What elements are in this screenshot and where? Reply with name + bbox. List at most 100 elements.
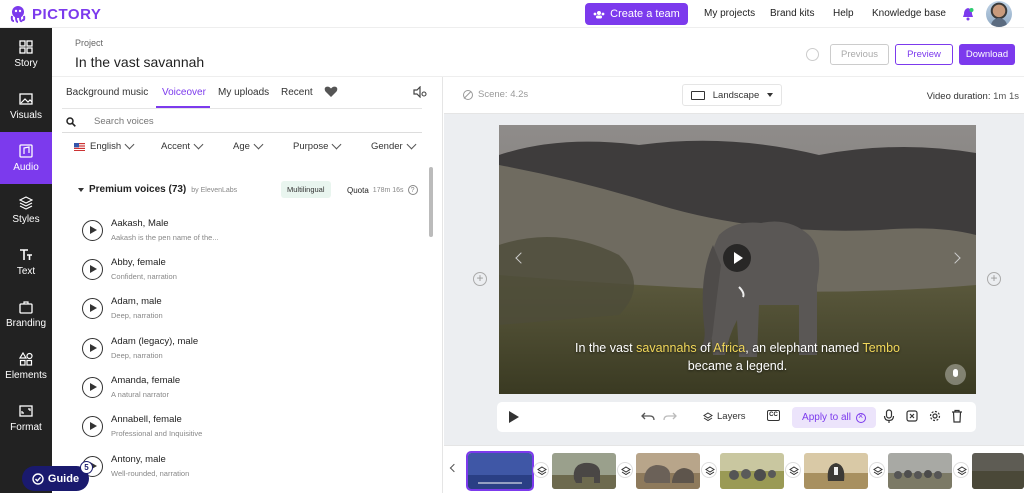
sidebar-label-story: Story bbox=[14, 57, 38, 69]
guide-label: Guide bbox=[47, 472, 80, 485]
sidebar-item-styles[interactable]: Styles bbox=[0, 184, 52, 236]
voice-item[interactable]: Adam, male Deep, narration bbox=[82, 294, 412, 332]
apply-to-all-button[interactable]: Apply to all bbox=[792, 407, 876, 428]
voice-settings-icon[interactable] bbox=[413, 86, 427, 98]
scene-thumbnail[interactable] bbox=[804, 453, 868, 489]
settings-gear-icon[interactable] bbox=[929, 410, 941, 422]
filter-gender[interactable]: Gender bbox=[371, 139, 417, 152]
add-scene-before-icon[interactable]: + bbox=[473, 272, 487, 286]
voice-item[interactable]: Annabell, female Professional and Inquis… bbox=[82, 412, 412, 450]
caption-keyword: Tembo bbox=[862, 341, 901, 355]
scene-thumbnail[interactable] bbox=[636, 453, 700, 489]
voice-item[interactable]: Aakash, Male Aakash is the pen name of t… bbox=[82, 216, 412, 254]
scene-3-image bbox=[636, 453, 700, 489]
tab-recent[interactable]: Recent bbox=[281, 87, 313, 98]
filter-gender-label: Gender bbox=[371, 141, 403, 152]
scene-thumbnail[interactable] bbox=[720, 453, 784, 489]
filter-language[interactable]: English bbox=[74, 139, 135, 152]
favorites-heart-icon[interactable] bbox=[324, 86, 338, 98]
layers-button[interactable]: Layers bbox=[703, 411, 746, 422]
create-team-button[interactable]: Create a team bbox=[585, 3, 688, 25]
video-duration-label: Video duration: bbox=[926, 91, 991, 102]
scene-layers-icon[interactable] bbox=[533, 462, 549, 478]
filter-accent-label: Accent bbox=[161, 141, 191, 152]
play-icon[interactable] bbox=[82, 259, 103, 280]
nav-brand-kits[interactable]: Brand kits bbox=[770, 8, 814, 19]
clear-icon[interactable] bbox=[855, 411, 866, 423]
scene-layers-icon[interactable] bbox=[953, 462, 969, 478]
timeline-scroll-left-icon[interactable] bbox=[449, 463, 459, 473]
scene-layers-icon[interactable] bbox=[701, 462, 717, 478]
scene-thumbnail[interactable] bbox=[466, 451, 534, 491]
redo-icon[interactable] bbox=[663, 411, 677, 423]
closed-captions-icon[interactable]: CC bbox=[767, 410, 780, 421]
scene-caption[interactable]: In the vast savannahs of Africa, an elep… bbox=[499, 339, 976, 375]
sidebar-item-audio[interactable]: Audio bbox=[0, 132, 52, 184]
sidebar-item-text[interactable]: Text bbox=[0, 236, 52, 288]
scene-layers-icon[interactable] bbox=[785, 462, 801, 478]
download-button[interactable]: Download bbox=[959, 44, 1015, 65]
voice-item[interactable]: Adam (legacy), male Deep, narration bbox=[82, 334, 412, 372]
nav-knowledge-base[interactable]: Knowledge base bbox=[872, 8, 946, 19]
project-label: Project bbox=[75, 38, 104, 48]
video-preview[interactable]: In the vast savannahs of Africa, an elep… bbox=[499, 125, 976, 394]
scene-thumbnail[interactable] bbox=[552, 453, 616, 489]
user-avatar[interactable] bbox=[986, 1, 1012, 27]
layers-icon bbox=[703, 411, 713, 421]
nav-help[interactable]: Help bbox=[833, 8, 854, 19]
help-icon[interactable]: ? bbox=[407, 185, 418, 195]
elements-icon bbox=[19, 351, 33, 366]
voice-list-scrollbar[interactable] bbox=[429, 167, 433, 237]
scene-layers-icon[interactable] bbox=[869, 462, 885, 478]
brand-name: PICTORY bbox=[32, 5, 102, 23]
voice-name: Antony, male bbox=[111, 454, 166, 465]
scene-layers-icon[interactable] bbox=[617, 462, 633, 478]
preview-button[interactable]: Preview bbox=[895, 44, 953, 65]
play-icon[interactable] bbox=[82, 377, 103, 398]
scene-thumbnail[interactable] bbox=[888, 453, 952, 489]
voice-item[interactable]: Amanda, female A natural narrator bbox=[82, 373, 412, 411]
nav-my-projects[interactable]: My projects bbox=[704, 8, 755, 19]
add-scene-after-icon[interactable]: + bbox=[987, 272, 1001, 286]
notification-bell-icon[interactable] bbox=[962, 7, 974, 21]
caption-text: of bbox=[696, 341, 714, 355]
tab-my-uploads[interactable]: My uploads bbox=[218, 87, 269, 98]
search-voices-input[interactable] bbox=[94, 116, 394, 127]
sidebar-item-branding[interactable]: Branding bbox=[0, 288, 52, 340]
sidebar-item-visuals[interactable]: Visuals bbox=[0, 80, 52, 132]
delete-trash-icon[interactable] bbox=[951, 409, 963, 423]
premium-voices-header[interactable]: Premium voices (73) by ElevenLabs bbox=[89, 184, 237, 195]
undo-icon[interactable] bbox=[641, 411, 655, 423]
play-icon[interactable] bbox=[509, 411, 519, 423]
sidebar-item-elements[interactable]: Elements bbox=[0, 340, 52, 392]
quota-value: 178m 16s bbox=[372, 186, 404, 194]
voice-item[interactable]: Antony, male Well-rounded, narration bbox=[82, 452, 412, 490]
guide-button[interactable]: Guide bbox=[22, 466, 89, 491]
chevron-down-icon bbox=[124, 139, 135, 150]
video-play-icon[interactable] bbox=[723, 244, 751, 272]
play-icon[interactable] bbox=[82, 416, 103, 437]
tab-background-music[interactable]: Background music bbox=[66, 87, 148, 98]
play-icon[interactable] bbox=[82, 338, 103, 359]
filter-purpose[interactable]: Purpose bbox=[293, 139, 342, 152]
voiceover-mic-icon[interactable] bbox=[883, 409, 895, 424]
sidebar-item-story[interactable]: Story bbox=[0, 28, 52, 80]
record-voice-icon[interactable] bbox=[945, 364, 966, 385]
scene-thumbnail[interactable] bbox=[972, 453, 1024, 489]
voice-item[interactable]: Abby, female Confident, narration bbox=[82, 255, 412, 293]
filter-age[interactable]: Age bbox=[233, 139, 264, 152]
premium-voices-title: Premium voices (73) bbox=[89, 184, 187, 195]
orientation-select[interactable]: Landscape bbox=[682, 84, 782, 106]
play-icon[interactable] bbox=[82, 298, 103, 319]
pictory-logo[interactable]: PICTORY bbox=[8, 4, 101, 24]
previous-button[interactable]: Previous bbox=[830, 44, 889, 65]
filter-accent[interactable]: Accent bbox=[161, 139, 204, 152]
sidebar-item-format[interactable]: Format bbox=[0, 392, 52, 444]
chevron-down-icon bbox=[253, 139, 264, 150]
tab-voiceover[interactable]: Voiceover bbox=[162, 87, 206, 98]
play-icon[interactable] bbox=[82, 220, 103, 241]
collapse-caret-icon[interactable] bbox=[78, 188, 84, 192]
scene-transition-icon[interactable] bbox=[906, 410, 918, 422]
project-title[interactable]: In the vast savannah bbox=[75, 54, 204, 70]
landscape-icon bbox=[690, 90, 705, 100]
